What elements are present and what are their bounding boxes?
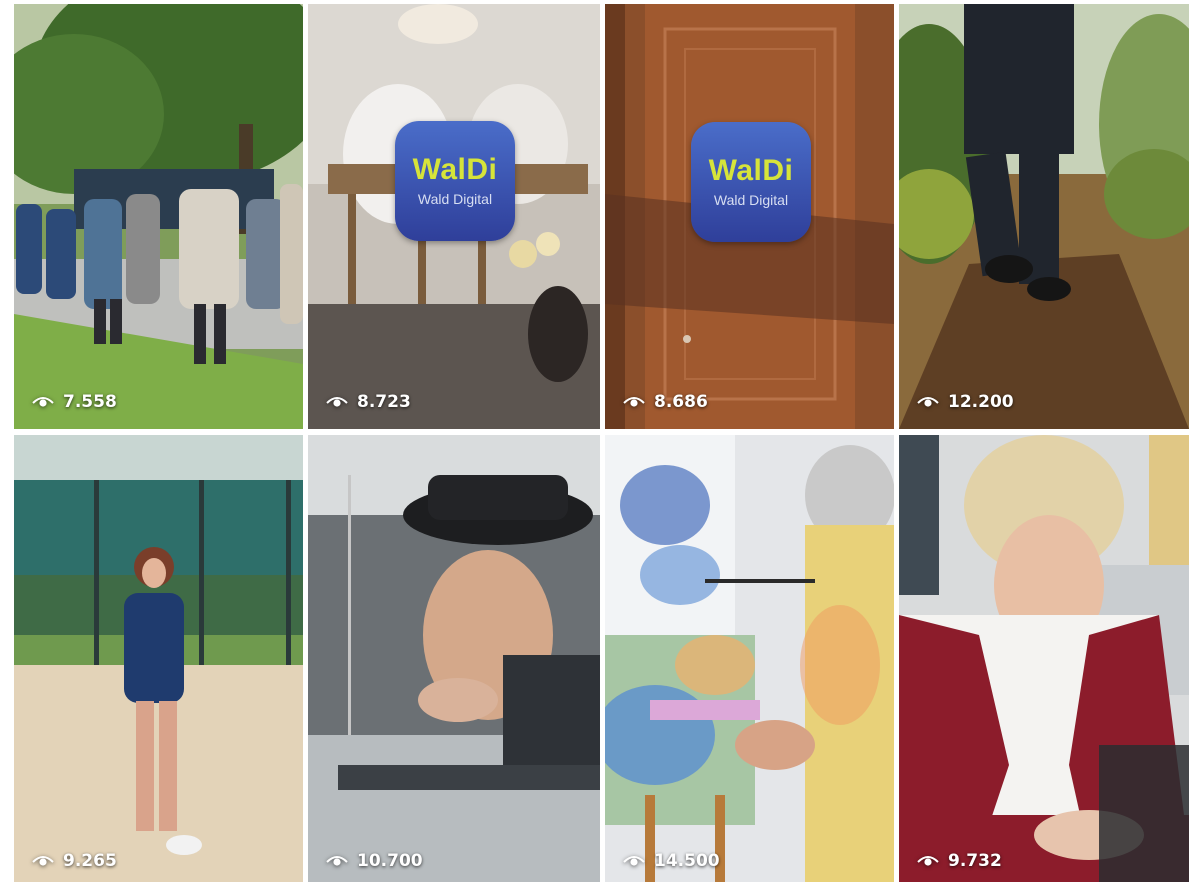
eye-icon — [32, 397, 54, 407]
eye-icon — [326, 397, 348, 407]
view-count-value: 7.558 — [63, 392, 117, 412]
media-tile[interactable]: 9.265 — [14, 435, 303, 882]
view-count: 8.686 — [623, 392, 708, 412]
media-grid: 7.558 WalDi Wald Digital 8.723 WalDi Wal… — [14, 4, 1191, 882]
view-count: 12.200 — [917, 392, 1014, 412]
waldi-logo: WalDi Wald Digital — [691, 122, 811, 242]
media-thumbnail — [899, 435, 1189, 882]
logo-subtitle: Wald Digital — [713, 192, 789, 208]
media-tile[interactable]: 9.732 — [899, 435, 1189, 882]
media-tile[interactable]: 12.200 — [899, 4, 1189, 429]
media-thumbnail — [605, 435, 894, 882]
media-thumbnail — [899, 4, 1189, 429]
view-count: 7.558 — [32, 392, 117, 412]
media-tile[interactable]: WalDi Wald Digital 8.723 — [308, 4, 600, 429]
media-tile[interactable]: 7.558 — [14, 4, 303, 429]
eye-icon — [32, 856, 54, 866]
view-count-value: 12.200 — [948, 392, 1014, 412]
media-thumbnail — [14, 4, 303, 429]
eye-icon — [917, 856, 939, 866]
media-tile[interactable]: 14.500 — [605, 435, 894, 882]
media-thumbnail — [14, 435, 303, 882]
eye-icon — [917, 397, 939, 407]
view-count-value: 9.265 — [63, 851, 117, 871]
view-count-value: 9.732 — [948, 851, 1002, 871]
view-count: 8.723 — [326, 392, 411, 412]
view-count-value: 10.700 — [357, 851, 423, 871]
eye-icon — [326, 856, 348, 866]
logo-subtitle: Wald Digital — [417, 191, 493, 207]
view-count-value: 8.686 — [654, 392, 708, 412]
view-count: 9.265 — [32, 851, 117, 871]
media-tile[interactable]: 10.700 — [308, 435, 600, 882]
eye-icon — [623, 397, 645, 407]
media-tile[interactable]: WalDi Wald Digital 8.686 — [605, 4, 894, 429]
logo-wordmark: WalDi — [708, 154, 794, 187]
eye-icon — [623, 856, 645, 866]
media-thumbnail — [308, 435, 600, 882]
view-count: 10.700 — [326, 851, 423, 871]
logo-wordmark: WalDi — [412, 153, 498, 186]
waldi-logo: WalDi Wald Digital — [395, 121, 515, 241]
view-count-value: 8.723 — [357, 392, 411, 412]
view-count: 9.732 — [917, 851, 1002, 871]
view-count-value: 14.500 — [654, 851, 720, 871]
view-count: 14.500 — [623, 851, 720, 871]
